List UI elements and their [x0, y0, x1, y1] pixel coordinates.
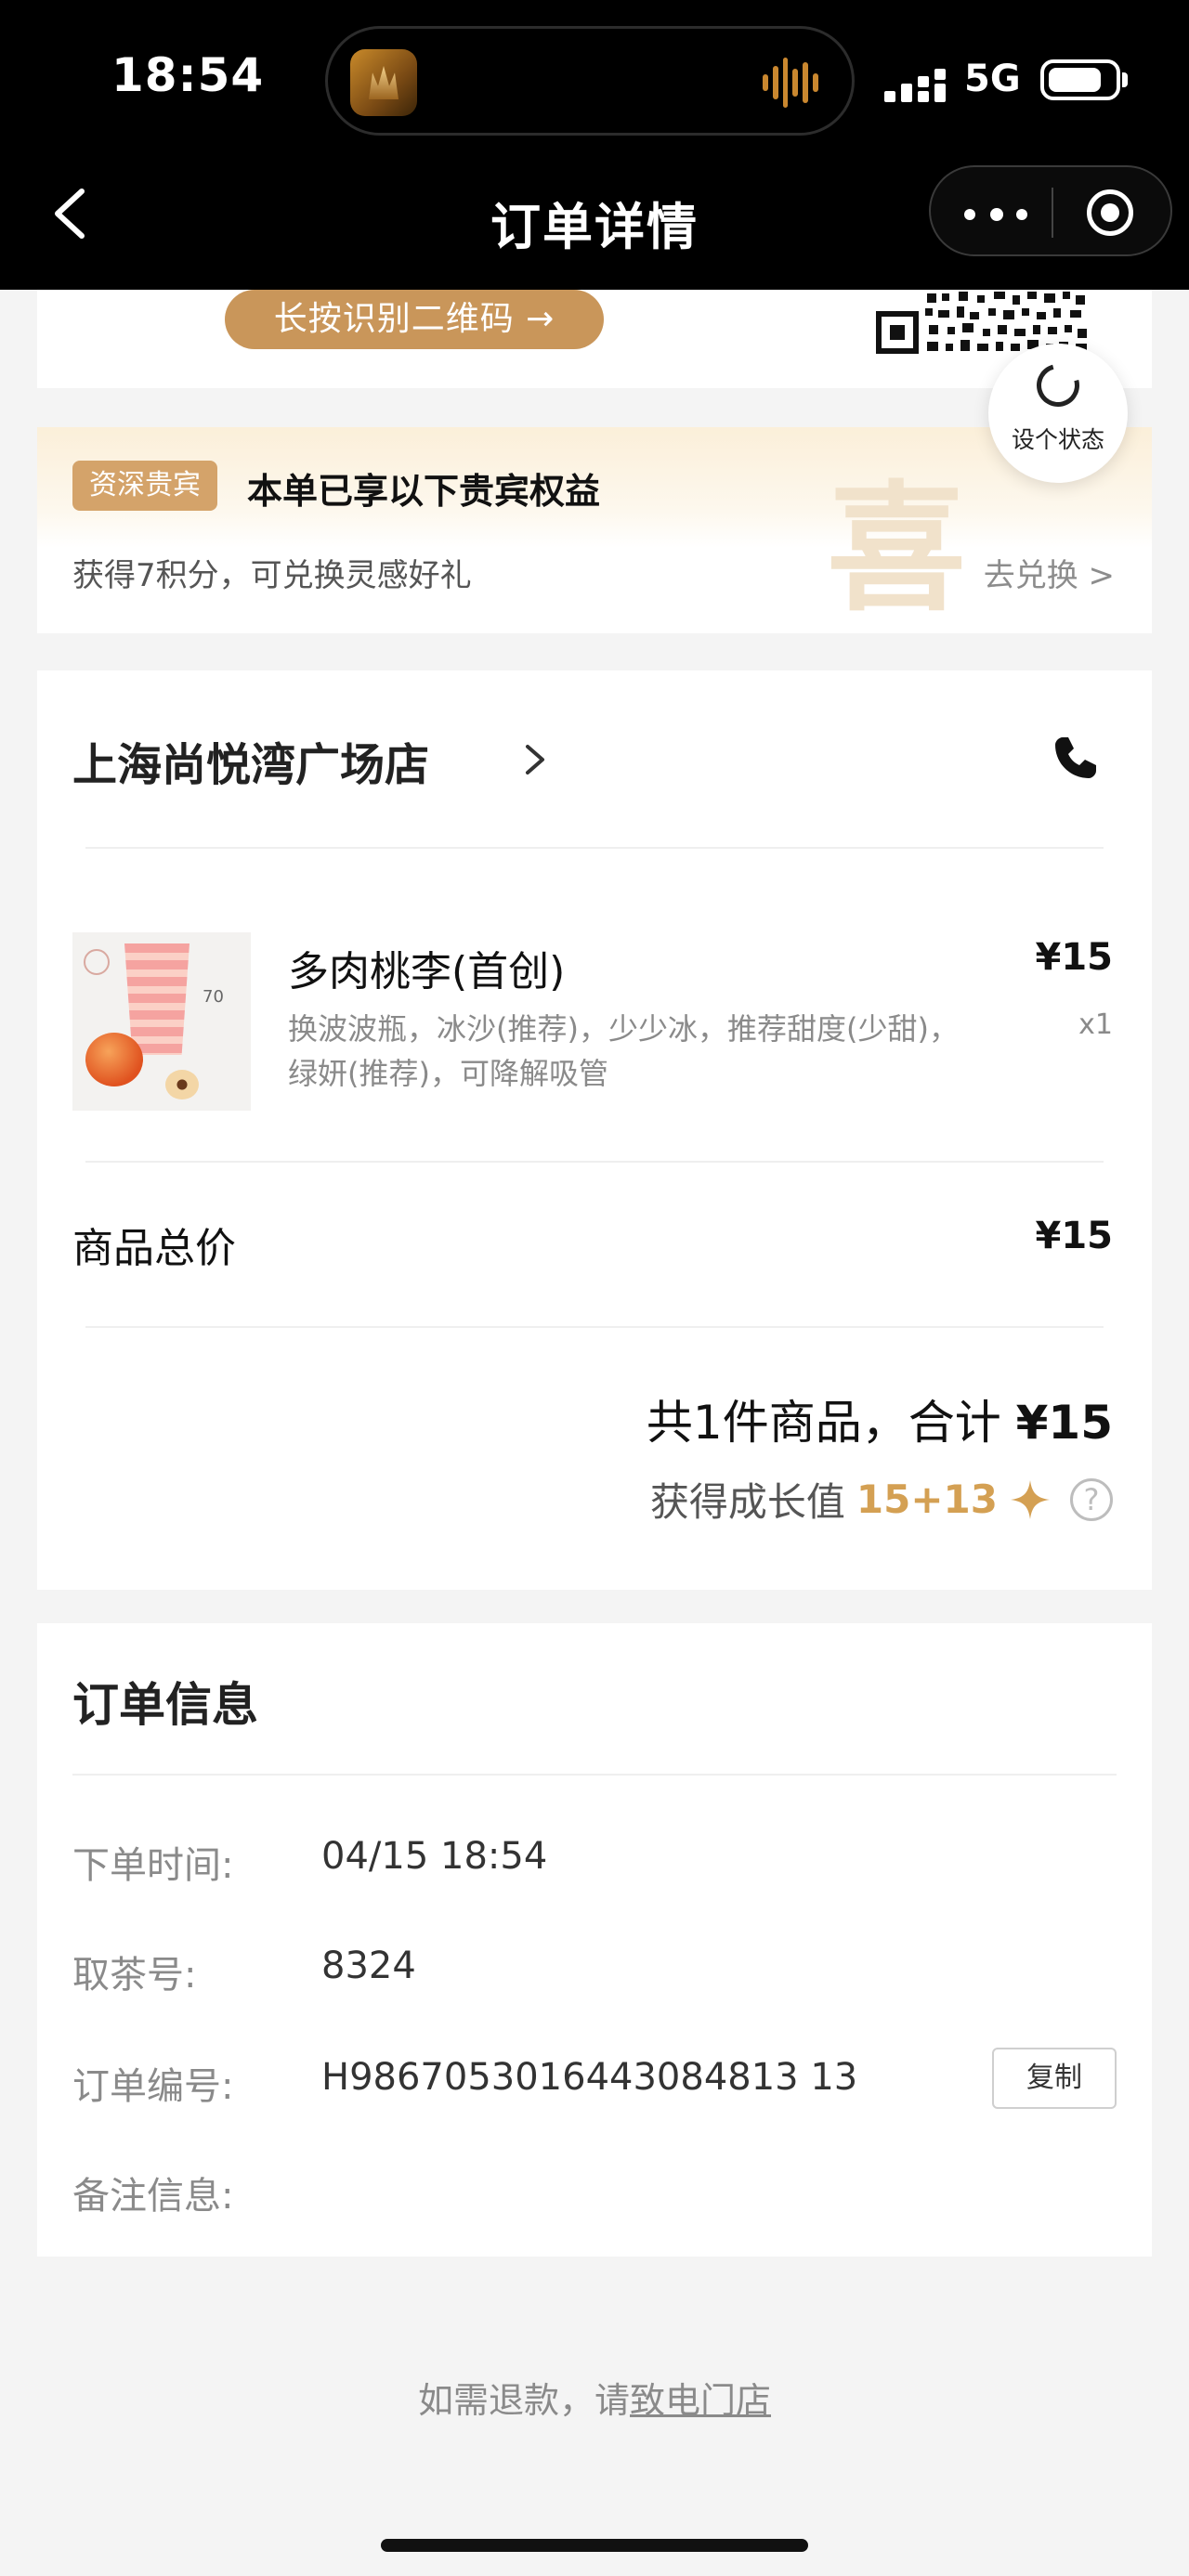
product-size-badge: 70: [203, 987, 224, 1007]
divider: [85, 1326, 1104, 1328]
call-store-link[interactable]: 致电门店: [630, 2380, 771, 2421]
product-options-line1: 换波波瓶，冰沙(推荐)，少少冰，推荐甜度(少甜)，: [288, 1011, 959, 1047]
product-name: 多肉桃李(首创): [288, 948, 566, 995]
sparkle-icon: [1011, 1479, 1050, 1519]
vip-badge: 资深贵宾: [72, 461, 217, 511]
vip-watermark: 喜: [827, 467, 967, 631]
vip-points-text: 获得7积分，可兑换灵感好礼: [72, 557, 472, 594]
order-number-label: 订单编号:: [72, 2065, 234, 2108]
order-info-title: 订单信息: [72, 1678, 258, 1732]
divider: [72, 1774, 1117, 1776]
order-info-card: 订单信息 下单时间: 04/15 18:54 取茶号: 8324 订单编号: H…: [37, 1623, 1152, 2257]
dynamic-island[interactable]: [325, 26, 855, 136]
signal-icon: [884, 63, 949, 102]
total-prefix: 共1件商品，合计: [646, 1396, 1001, 1450]
brand-stamp-icon: [84, 949, 110, 975]
redeem-link[interactable]: 去兑换 >: [984, 550, 1115, 595]
divider: [85, 847, 1104, 849]
refund-prefix: 如需退款，请: [417, 2380, 630, 2421]
top-bar: 18:54 5G 订单详情: [0, 0, 1189, 290]
divider: [85, 1161, 1104, 1163]
vip-title: 本单已享以下贵宾权益: [247, 471, 601, 512]
order-time-label: 下单时间:: [72, 1844, 234, 1887]
copy-order-number-button[interactable]: 复制: [992, 2048, 1117, 2109]
set-status-button[interactable]: 设个状态: [988, 344, 1128, 483]
scan-qr-button[interactable]: 长按识别二维码 →: [225, 290, 604, 349]
order-time-value: 04/15 18:54: [321, 1835, 548, 1878]
product-options-line2: 绿妍(推荐)，可降解吸管: [288, 1056, 608, 1091]
battery-icon: [1040, 59, 1128, 100]
pickup-number-label: 取茶号:: [72, 1954, 197, 1997]
status-ring-icon: [1028, 356, 1088, 415]
chevron-right-icon[interactable]: [522, 741, 548, 778]
peach-image: [85, 1033, 143, 1086]
qr-card: 长按识别二维码 →: [37, 290, 1152, 388]
status-time: 18:54: [111, 48, 265, 102]
mini-program-capsule: [929, 165, 1172, 256]
subtotal-value: ¥15: [1035, 1215, 1114, 1257]
close-miniprogram-button[interactable]: [1081, 184, 1141, 243]
capsule-divider: [1052, 188, 1053, 238]
order-items-card: 上海尚悦湾广场店 70 多肉桃李(首创) 换波波瓶，冰沙(推荐)，少少冰，推荐甜…: [37, 670, 1152, 1590]
growth-label: 获得成长值: [649, 1479, 845, 1525]
product-quantity: x1: [1078, 1008, 1113, 1041]
product-price: ¥15: [1035, 936, 1114, 979]
product-options: 换波波瓶，冰沙(推荐)，少少冰，推荐甜度(少甜)， 绿妍(推荐)，可降解吸管: [288, 1007, 1031, 1096]
remarks-label: 备注信息:: [72, 2175, 234, 2218]
refund-note: 如需退款，请致电门店: [0, 2372, 1189, 2423]
order-total: 共1件商品，合计 ¥15: [647, 1386, 1113, 1452]
store-name[interactable]: 上海尚悦湾广场店: [72, 728, 429, 793]
plum-half-image: [165, 1070, 199, 1099]
network-label: 5G: [964, 58, 1021, 100]
total-amount: ¥15: [1015, 1396, 1113, 1450]
growth-value: 15+13: [856, 1477, 998, 1522]
drink-cup-image: [124, 943, 189, 1055]
help-icon[interactable]: ?: [1070, 1477, 1113, 1521]
phone-icon[interactable]: [1050, 732, 1102, 784]
order-number-value: H9867053016443084813 13: [321, 2056, 858, 2099]
game-app-icon[interactable]: [350, 49, 417, 116]
audio-wave-icon: [763, 57, 818, 109]
more-button[interactable]: [959, 186, 1033, 240]
set-status-label: 设个状态: [1011, 426, 1104, 453]
subtotal-label: 商品总价: [72, 1225, 236, 1272]
growth-points-line: 获得成长值 15+13 ?: [650, 1471, 1113, 1528]
home-indicator[interactable]: [381, 2539, 808, 2552]
vip-benefits-card: 喜 资深贵宾 本单已享以下贵宾权益 获得7积分，可兑换灵感好礼 去兑换 >: [37, 427, 1152, 633]
product-image[interactable]: 70: [72, 932, 251, 1111]
pickup-number-value: 8324: [321, 1945, 416, 1987]
